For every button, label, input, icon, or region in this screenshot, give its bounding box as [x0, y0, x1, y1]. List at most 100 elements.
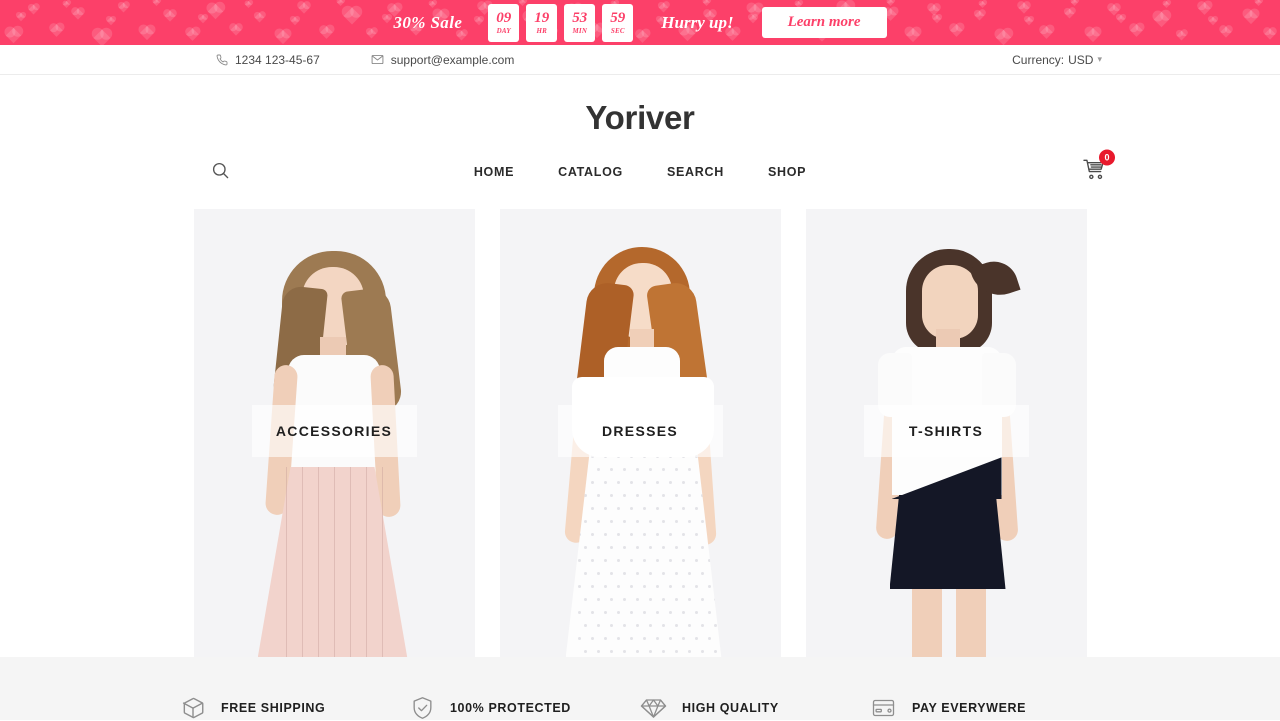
fabric-texture-dot — [674, 598, 678, 601]
phone-contact[interactable]: 1234 123-45-67 — [216, 53, 320, 67]
fabric-texture-dot — [674, 546, 678, 549]
fabric-texture-dot — [642, 611, 646, 614]
fabric-texture-dot — [583, 598, 587, 601]
fabric-texture-dot — [609, 520, 613, 523]
heart-shape — [343, 7, 361, 25]
nav-link-home[interactable]: HOME — [452, 165, 536, 179]
heart-shape — [1064, 8, 1075, 19]
fabric-texture-dot — [661, 598, 665, 601]
site-header: Yoriver HOME CATALOG SEARCH SHOP 0 — [0, 75, 1280, 198]
category-card-dresses[interactable]: DRESSES — [499, 209, 781, 659]
fabric-texture-dot — [609, 624, 613, 627]
currency-selector[interactable]: Currency: USD ▾ — [1012, 53, 1102, 67]
fabric-texture-dot — [648, 624, 652, 627]
fabric-texture-dot — [622, 572, 626, 575]
fabric-texture-dot — [635, 520, 639, 523]
fabric-texture-dot — [668, 481, 672, 484]
promo-sale-text: 30% Sale — [393, 12, 463, 32]
fabric-texture-dot — [668, 611, 672, 614]
fabric-texture-dot — [687, 624, 691, 627]
fabric-texture-dot — [674, 572, 678, 575]
heart-shape — [336, 0, 345, 7]
heart-shape — [152, 0, 161, 7]
countdown-value: 59 — [610, 9, 626, 26]
chevron-down-icon: ▾ — [1097, 54, 1102, 64]
fabric-texture-dot — [707, 611, 711, 614]
search-icon — [211, 161, 230, 183]
fabric-texture-dot — [609, 546, 613, 549]
fabric-texture-dot — [596, 520, 600, 523]
fabric-texture-dot — [681, 533, 685, 536]
fabric-texture-dot — [616, 533, 620, 536]
countdown-value: 09 — [496, 9, 512, 26]
category-label-band: DRESSES — [557, 405, 723, 457]
category-label-band: T-SHIRTS — [863, 405, 1029, 457]
fabric-texture-dot — [596, 468, 600, 471]
category-card-tshirts[interactable]: T-SHIRTS — [805, 209, 1087, 659]
fabric-texture-dot — [635, 546, 639, 549]
nav-link-catalog[interactable]: CATALOG — [536, 165, 645, 179]
fabric-texture-dot — [694, 507, 698, 510]
feature-label-protected: 100% PROTECTED — [450, 700, 571, 715]
email-contact[interactable]: support@example.com — [371, 52, 515, 67]
currency-label: Currency: — [1012, 52, 1065, 67]
fabric-texture-dot — [661, 624, 665, 627]
fabric-texture-dot — [596, 650, 600, 653]
fabric-texture-dot — [648, 650, 652, 653]
cart-button[interactable]: 0 — [1083, 149, 1115, 186]
heart-shape — [254, 12, 265, 23]
fabric-texture-dot — [694, 611, 698, 614]
heart-shape — [139, 25, 155, 41]
navigation-row: HOME CATALOG SEARCH SHOP 0 — [0, 146, 1280, 198]
phone-number: 1234 123-45-67 — [235, 52, 320, 67]
fabric-texture-dot — [629, 611, 633, 614]
email-address: support@example.com — [390, 52, 515, 67]
features-bar: FREE SHIPPING 100% PROTECTED HIGH QUALIT… — [0, 657, 1280, 720]
countdown-value: 19 — [534, 9, 550, 26]
fabric-texture-dot — [648, 520, 652, 523]
heart-shape — [978, 0, 987, 9]
heart-shape — [290, 16, 300, 26]
fabric-texture-dot — [681, 637, 685, 640]
fabric-texture-dot — [583, 650, 587, 653]
fabric-texture-dot — [635, 572, 639, 575]
fabric-texture-dot — [655, 533, 659, 536]
fabric-texture-dot — [681, 507, 685, 510]
nav-link-search[interactable]: SEARCH — [645, 165, 746, 179]
fabric-texture-dot — [700, 624, 704, 627]
fabric-texture-dot — [700, 650, 704, 653]
envelope-icon — [371, 53, 384, 66]
fabric-texture-dot — [622, 598, 626, 601]
fabric-texture-dot — [648, 494, 652, 497]
fabric-texture-dot — [655, 559, 659, 562]
fabric-texture-dot — [687, 494, 691, 497]
fabric-texture-dot — [577, 637, 581, 640]
countdown-unit-hr: 19 HR — [526, 3, 558, 42]
fabric-texture-dot — [590, 611, 594, 614]
heart-shape — [1176, 30, 1187, 41]
top-info-bar: 1234 123-45-67 support@example.com Curre… — [0, 45, 1280, 75]
fabric-texture-dot — [674, 650, 678, 653]
fabric-texture-dot — [596, 598, 600, 601]
feature-free-shipping: FREE SHIPPING — [180, 695, 410, 721]
countdown-label: MIN — [572, 26, 588, 35]
nav-link-shop[interactable]: SHOP — [746, 165, 828, 179]
fabric-texture-dot — [661, 520, 665, 523]
fabric-texture-dot — [674, 494, 678, 497]
heart-shape — [1243, 9, 1259, 25]
countdown-label: HR — [536, 26, 548, 35]
learn-more-button[interactable]: Learn more — [761, 7, 887, 38]
category-card-accessories[interactable]: ACCESSORIES — [193, 209, 475, 659]
fabric-texture-dot — [700, 572, 704, 575]
fabric-texture-dot — [661, 572, 665, 575]
fabric-texture-dot — [661, 494, 665, 497]
search-button[interactable] — [211, 161, 230, 183]
contact-info-group: 1234 123-45-67 support@example.com — [216, 53, 514, 67]
fabric-texture-dot — [616, 637, 620, 640]
feature-label-free-shipping: FREE SHIPPING — [221, 700, 326, 715]
heart-shape — [1264, 28, 1276, 40]
site-logo[interactable]: Yoriver — [0, 101, 1280, 134]
fabric-texture-dot — [596, 624, 600, 627]
fabric-texture-dot — [629, 559, 633, 562]
heart-shape — [320, 26, 333, 39]
